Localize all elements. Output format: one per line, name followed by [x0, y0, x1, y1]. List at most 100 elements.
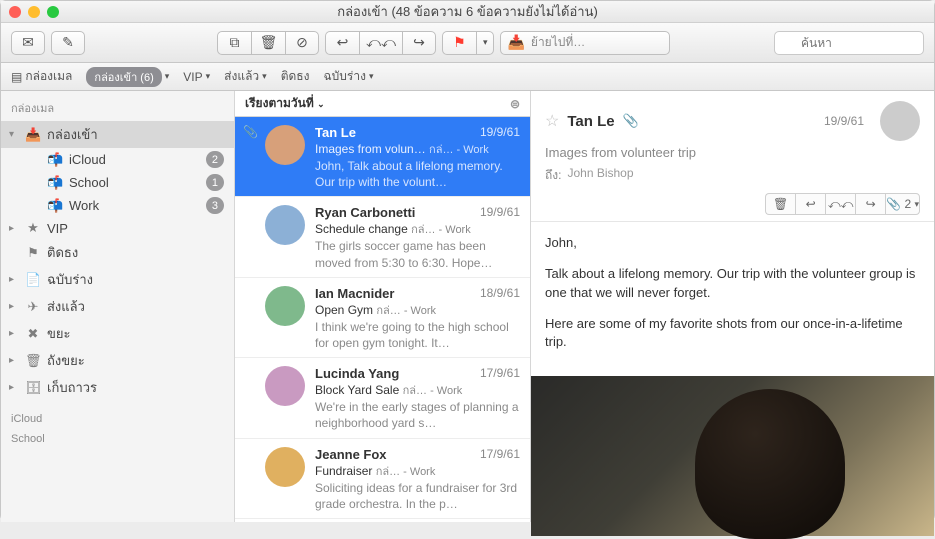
message-subject: Schedule change กล่… - Work [315, 220, 520, 238]
to-value[interactable]: John Bishop [567, 166, 633, 185]
sidebar-sent[interactable]: ▸✈ส่งแล้ว [1, 293, 234, 320]
compose-button[interactable]: ✎ [51, 31, 85, 55]
flag-button[interactable]: ⚑ [442, 31, 476, 55]
attachments-button[interactable]: 📎 2 ▾ [885, 193, 920, 215]
fav-flagged[interactable]: ติดธง [281, 67, 310, 86]
fav-sent[interactable]: ส่งแล้ว▾ [224, 67, 267, 86]
junk-button[interactable]: ⊘ [285, 31, 319, 55]
filter-button[interactable]: ⊜ [510, 97, 520, 111]
trash-icon: 🗑 [260, 34, 278, 51]
message-mailbox: กล่… - Work [403, 385, 463, 397]
paperclip-icon: 📎 [886, 197, 901, 211]
message-list: เรียงตามวันที่ ⌄ ⊜ 📎Tan Le19/9/61Images … [235, 91, 531, 522]
forward-button[interactable]: ↪ [855, 193, 885, 215]
toolbar: ✉︎ ✎ ⧉ 🗑 ⊘ ↩ ⤺⤺ ↪ ⚑ ▾ 📥 ย้ายไปที่… 🔍 [1, 23, 934, 63]
minimize-window-button[interactable] [28, 6, 40, 18]
paperclip-icon: 📎 [623, 113, 639, 129]
sort-button[interactable]: เรียงตามวันที่ ⌄ [245, 94, 325, 113]
avatar [265, 286, 305, 326]
reply-button[interactable]: ↩ [795, 193, 825, 215]
sidebar-inbox[interactable]: ▾📥กล่องเข้า [1, 121, 234, 148]
mailbox-icon: 📬 [47, 152, 63, 168]
document-icon: 📄 [25, 272, 41, 288]
attachment-image[interactable] [531, 376, 934, 536]
message-date: 17/9/61 [480, 447, 520, 462]
message-preview: ☆ Tan Le 📎 19/9/61 Images from volunteer… [531, 91, 934, 522]
search-input[interactable] [774, 31, 924, 55]
delete-button[interactable]: 🗑 [251, 31, 285, 55]
list-header: เรียงตามวันที่ ⌄ ⊜ [235, 91, 530, 117]
archive-button[interactable]: ⧉ [217, 31, 251, 55]
sidebar-section-school[interactable]: School [1, 429, 234, 449]
sidebar-account-work[interactable]: 📬Work3 [1, 194, 234, 217]
sidebar-trash[interactable]: ▸🗑ถังขยะ [1, 347, 234, 374]
preview-to: ถึง: John Bishop [545, 166, 920, 185]
sidebar-junk[interactable]: ▸✖ขยะ [1, 320, 234, 347]
forward-button[interactable]: ↪ [402, 31, 436, 55]
envelope-icon: ✉︎ [22, 34, 34, 51]
preview-body: John,Talk about a lifelong memory. Our t… [531, 222, 934, 376]
message-row[interactable]: Jeanne Fox17/9/61Fundraiser กล่… - WorkS… [235, 439, 530, 519]
avatar [265, 366, 305, 406]
sidebar-account-icloud[interactable]: 📬iCloud2 [1, 148, 234, 171]
unread-badge: 3 [206, 197, 224, 214]
fav-inbox[interactable]: กล่องเข้า (6)▾ [86, 67, 169, 87]
zoom-window-button[interactable] [47, 6, 59, 18]
message-row[interactable]: Ian Macnider18/9/61Open Gym กล่… - WorkI… [235, 278, 530, 358]
message-mailbox: กล่… - Work [376, 466, 436, 478]
message-preview-text: Soliciting ideas for a fundraiser for 3r… [315, 480, 520, 512]
disclosure-triangle-icon[interactable]: ▸ [9, 355, 19, 366]
delete-button[interactable]: 🗑 [765, 193, 795, 215]
chevron-down-icon: ▾ [369, 71, 374, 82]
reply-all-button[interactable]: ⤺⤺ [825, 193, 855, 215]
paperclip-icon [243, 447, 255, 512]
sidebar-drafts[interactable]: ▸📄ฉบับร่าง [1, 266, 234, 293]
message-date: 19/9/61 [480, 125, 520, 140]
mailboxes-toggle[interactable]: ▤กล่องเมล [11, 67, 72, 86]
sidebar-account-school[interactable]: 📬School1 [1, 171, 234, 194]
sidebar: กล่องเมล ▾📥กล่องเข้า 📬iCloud2📬School1📬Wo… [1, 91, 235, 522]
preview-date: 19/9/61 [824, 114, 864, 128]
preview-toolbar: 🗑 ↩ ⤺⤺ ↪ 📎 2 ▾ [545, 193, 920, 215]
archive-delete-group: ⧉ 🗑 ⊘ [217, 31, 319, 55]
move-to-label: ย้ายไปที่… [531, 33, 585, 52]
reply-button[interactable]: ↩ [325, 31, 359, 55]
chevron-down-icon: ▾ [165, 71, 170, 82]
message-row[interactable]: Lucinda Yang17/9/61Block Yard Sale กล่… … [235, 358, 530, 438]
reply-all-button[interactable]: ⤺⤺ [359, 31, 402, 55]
disclosure-triangle-icon[interactable]: ▾ [9, 129, 19, 140]
disclosure-triangle-icon[interactable]: ▸ [9, 301, 19, 312]
paperclip-icon [243, 205, 255, 270]
message-row[interactable]: Ryan Carbonetti19/9/61Schedule change กล… [235, 197, 530, 277]
sidebar-vip[interactable]: ▸★VIP [1, 217, 234, 239]
message-from: Ian Macnider [315, 286, 394, 301]
fav-vip[interactable]: VIP▾ [183, 70, 210, 84]
disclosure-triangle-icon[interactable]: ▸ [9, 382, 19, 393]
archive-icon: ⧉ [230, 34, 240, 51]
fav-drafts[interactable]: ฉบับร่าง▾ [323, 67, 373, 86]
mailbox-icon: 📬 [47, 198, 63, 214]
avatar [265, 205, 305, 245]
message-from: Tan Le [315, 125, 356, 140]
sidebar-archive[interactable]: ▸🗄เก็บถาวร [1, 374, 234, 401]
flag-menu-button[interactable]: ▾ [476, 31, 495, 55]
chevron-down-icon: ▾ [262, 71, 267, 82]
disclosure-triangle-icon[interactable]: ▸ [9, 328, 19, 339]
disclosure-triangle-icon[interactable]: ▸ [9, 223, 19, 234]
star-icon[interactable]: ☆ [545, 111, 559, 131]
message-subject: Block Yard Sale กล่… - Work [315, 381, 520, 399]
message-subject: Images from volun… กล่… - Work [315, 140, 520, 158]
sidebar-flagged[interactable]: ⚑ติดธง [1, 239, 234, 266]
message-from: Lucinda Yang [315, 366, 399, 381]
message-date: 19/9/61 [480, 205, 520, 220]
titlebar: กล่องเข้า (48 ข้อความ 6 ข้อความยังไม่ได้… [1, 1, 934, 23]
chevron-down-icon: ▾ [914, 199, 919, 210]
move-to-button[interactable]: 📥 ย้ายไปที่… [500, 31, 670, 55]
message-subject: Open Gym กล่… - Work [315, 301, 520, 319]
forward-icon: ↪ [413, 34, 425, 51]
disclosure-triangle-icon[interactable]: ▸ [9, 274, 19, 285]
message-row[interactable]: 📎Tan Le19/9/61Images from volun… กล่… - … [235, 117, 530, 197]
sidebar-section-icloud[interactable]: iCloud [1, 409, 234, 429]
close-window-button[interactable] [9, 6, 21, 18]
get-mail-button[interactable]: ✉︎ [11, 31, 45, 55]
